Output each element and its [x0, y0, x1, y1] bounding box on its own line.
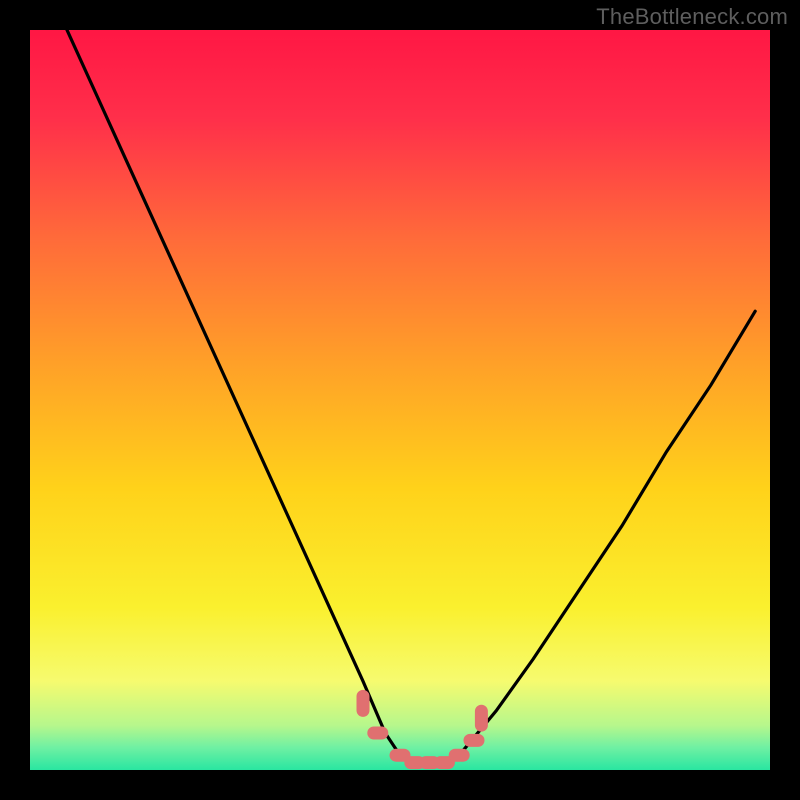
optimal-zone-marker: [449, 749, 469, 761]
optimal-zone-marker: [368, 727, 388, 739]
bottleneck-chart: [30, 30, 770, 770]
chart-background-gradient: [30, 30, 770, 770]
optimal-zone-marker: [357, 690, 369, 716]
optimal-zone-marker: [475, 705, 487, 731]
optimal-zone-marker: [464, 734, 484, 746]
chart-frame: TheBottleneck.com: [0, 0, 800, 800]
watermark-text: TheBottleneck.com: [596, 4, 788, 30]
